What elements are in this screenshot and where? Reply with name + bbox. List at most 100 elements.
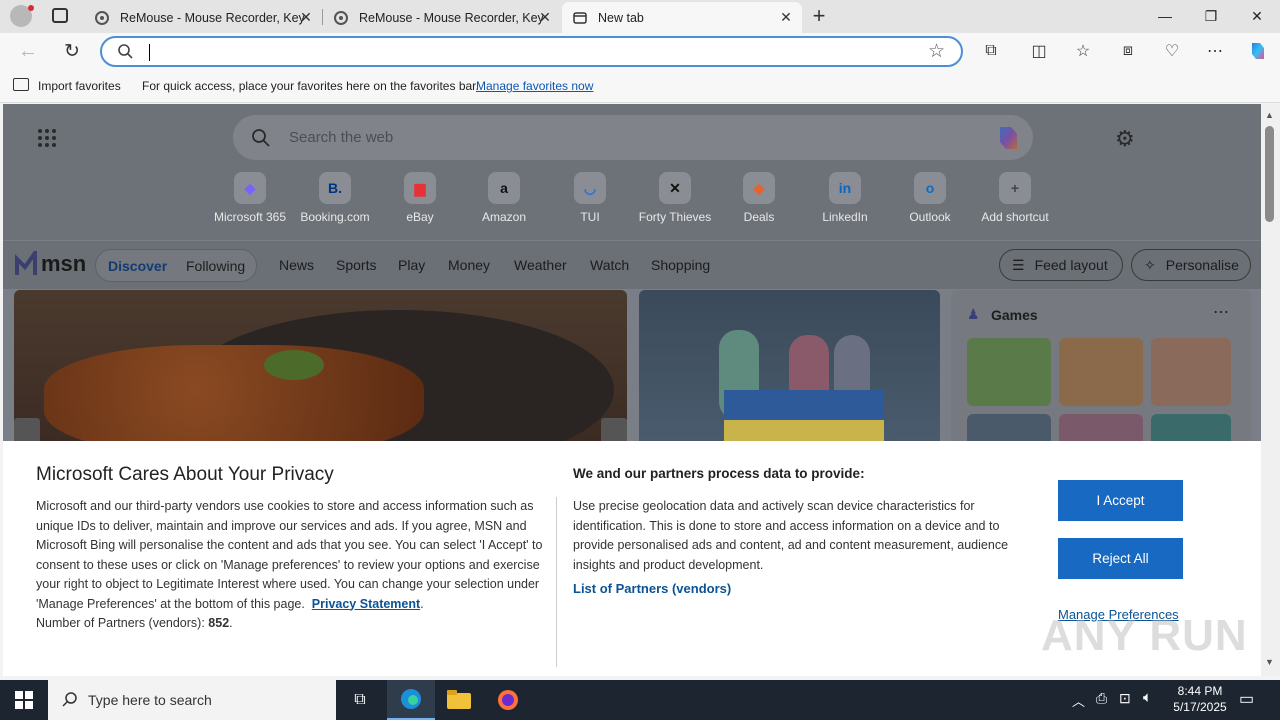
personalise-button[interactable]: ✧ Personalise	[1131, 249, 1251, 281]
tab-remouse-2[interactable]: ReMouse - Mouse Recorder, Keyb ✕	[323, 2, 561, 33]
shortcut-forty-thieves[interactable]: ✕ Forty Thieves	[635, 172, 715, 224]
reject-all-button[interactable]: Reject All	[1058, 538, 1183, 579]
shortcut-icon: B.	[319, 172, 351, 204]
nav-sports[interactable]: Sports	[336, 257, 376, 273]
copilot-icon[interactable]	[1243, 36, 1273, 66]
shortcut-amazon[interactable]: a Amazon	[464, 172, 544, 224]
taskbar-edge[interactable]	[387, 680, 435, 720]
msn-nav-bar: msn Discover Following News Sports Play …	[3, 241, 1261, 289]
tray-device-icon[interactable]: ⎙	[1096, 690, 1107, 707]
data-processing-title: We and our partners process data to prov…	[573, 466, 865, 481]
tab-remouse-1[interactable]: ReMouse - Mouse Recorder, Keyb ✕	[84, 2, 322, 33]
shortcut-label: Microsoft 365	[213, 210, 287, 224]
shortcut-deals[interactable]: ◆ Deals	[719, 172, 799, 224]
performance-icon[interactable]: ♡	[1157, 36, 1187, 66]
page-settings-gear-icon[interactable]: ⚙	[1115, 126, 1135, 152]
copilot-icon[interactable]	[993, 125, 1021, 156]
scroll-up-arrow-icon[interactable]: ▲	[1265, 110, 1274, 120]
tab-discover[interactable]: Discover	[108, 258, 167, 274]
refresh-icon[interactable]: ↻	[57, 36, 87, 66]
shortcut-label: eBay	[406, 210, 434, 224]
apps-launcher-icon[interactable]	[37, 128, 57, 148]
tray-volume-icon[interactable]: 🔈︎	[1143, 689, 1152, 706]
address-input[interactable]	[148, 44, 908, 60]
shortcut-linkedin[interactable]: in LinkedIn	[805, 172, 885, 224]
games-panel: ♟ Games ⋯	[951, 290, 1251, 450]
privacy-statement-link[interactable]: Privacy Statement	[312, 597, 420, 611]
start-button[interactable]	[0, 680, 48, 720]
shortcut-ebay[interactable]: ▆ eBay	[380, 172, 460, 224]
feed-segment-control: Discover Following	[95, 249, 257, 282]
shortcut-microsoft-365[interactable]: ◆ Microsoft 365	[210, 172, 290, 224]
close-tab-icon[interactable]: ✕	[537, 9, 553, 25]
nav-play[interactable]: Play	[398, 257, 425, 273]
shortcut-label: Amazon	[481, 210, 527, 224]
games-more-icon[interactable]: ⋯	[1213, 302, 1229, 322]
task-view-button[interactable]: ⧉	[336, 680, 384, 720]
import-favorites-button[interactable]: Import favorites	[38, 79, 121, 93]
feed-layout-button[interactable]: ☰ Feed layout	[999, 249, 1123, 281]
close-tab-icon[interactable]: ✕	[298, 9, 314, 25]
more-menu-icon[interactable]: ⋯	[1200, 36, 1230, 66]
msn-logo[interactable]: msn	[15, 251, 86, 277]
windows-taskbar: Type here to search ⧉ ︿ ⎙ ⊡ 🔈︎ 8:44 PM 5…	[0, 680, 1280, 720]
privacy-divider	[556, 497, 557, 667]
restore-button[interactable]: ❐	[1188, 0, 1234, 32]
game-tile-3[interactable]	[1151, 338, 1231, 406]
shortcut-booking-com[interactable]: B. Booking.com	[295, 172, 375, 224]
nav-shopping[interactable]: Shopping	[651, 257, 710, 273]
shortcut-icon: o	[914, 172, 946, 204]
accept-button[interactable]: I Accept	[1058, 480, 1183, 521]
tab-title: ReMouse - Mouse Recorder, Keyb	[359, 10, 544, 25]
nav-news[interactable]: News	[279, 257, 314, 273]
collections-icon[interactable]: ⧈	[1113, 36, 1143, 66]
taskbar-file-explorer[interactable]	[435, 680, 483, 720]
game-tile-2[interactable]	[1059, 338, 1143, 406]
close-window-button[interactable]: ✕	[1234, 0, 1280, 32]
msn-logo-text: msn	[41, 251, 87, 276]
taskbar-search-box[interactable]: Type here to search	[48, 680, 336, 720]
taskbar-clock[interactable]: 8:44 PM 5/17/2025	[1164, 683, 1236, 715]
shortcut-tui[interactable]: ◡ TUI	[550, 172, 630, 224]
scroll-down-arrow-icon[interactable]: ▼	[1265, 657, 1274, 667]
split-screen-icon[interactable]: ◫	[1024, 36, 1054, 66]
tab-actions-icon[interactable]	[52, 8, 68, 23]
taskbar-search-placeholder: Type here to search	[88, 692, 212, 708]
scroll-thumb[interactable]	[1265, 126, 1274, 222]
nav-watch[interactable]: Watch	[590, 257, 629, 273]
shortcut-add-shortcut[interactable]: + Add shortcut	[975, 172, 1055, 224]
taskbar-firefox[interactable]	[484, 680, 532, 720]
back-icon[interactable]: ←	[13, 36, 43, 66]
nav-money[interactable]: Money	[448, 257, 490, 273]
page-scrollbar[interactable]: ▲ ▼	[1261, 104, 1280, 676]
privacy-consent-dialog: Microsoft Cares About Your Privacy Micro…	[3, 441, 1261, 676]
tab-new-tab[interactable]: New tab ✕	[562, 2, 802, 33]
notifications-icon[interactable]: ▭	[1239, 689, 1254, 709]
favorites-icon[interactable]: ☆	[1068, 36, 1098, 66]
web-search-box[interactable]: Search the web	[233, 115, 1033, 160]
shortcut-outlook[interactable]: o Outlook	[890, 172, 970, 224]
minimize-button[interactable]: —	[1142, 0, 1188, 32]
tab-favicon-icon	[333, 10, 349, 26]
anyrun-watermark: ANY RUN	[1041, 611, 1248, 660]
close-tab-icon[interactable]: ✕	[778, 9, 794, 25]
tab-following[interactable]: Following	[186, 258, 245, 274]
shortcut-icon: a	[488, 172, 520, 204]
partners-list-link[interactable]: List of Partners (vendors)	[573, 581, 731, 596]
news-card-food[interactable]	[14, 290, 627, 450]
web-search-placeholder: Search the web	[289, 129, 394, 146]
nav-weather[interactable]: Weather	[514, 257, 567, 273]
tray-chevron-icon[interactable]: ︿	[1072, 691, 1085, 710]
new-tab-button[interactable]: +	[808, 3, 830, 29]
news-card-stage[interactable]	[639, 290, 940, 450]
clock-time: 8:44 PM	[1177, 684, 1223, 698]
favorite-star-icon[interactable]: ☆	[928, 40, 945, 63]
manage-favorites-link[interactable]: Manage favorites now	[476, 79, 593, 93]
search-icon	[62, 691, 78, 710]
address-bar[interactable]: ☆	[100, 36, 963, 67]
tray-network-icon[interactable]: ⊡	[1119, 690, 1131, 707]
shortcut-icon: ◆	[234, 172, 266, 204]
tab-favicon-icon	[94, 10, 110, 26]
game-tile-1[interactable]	[967, 338, 1051, 406]
extensions-icon[interactable]: ⧉	[976, 36, 1006, 66]
